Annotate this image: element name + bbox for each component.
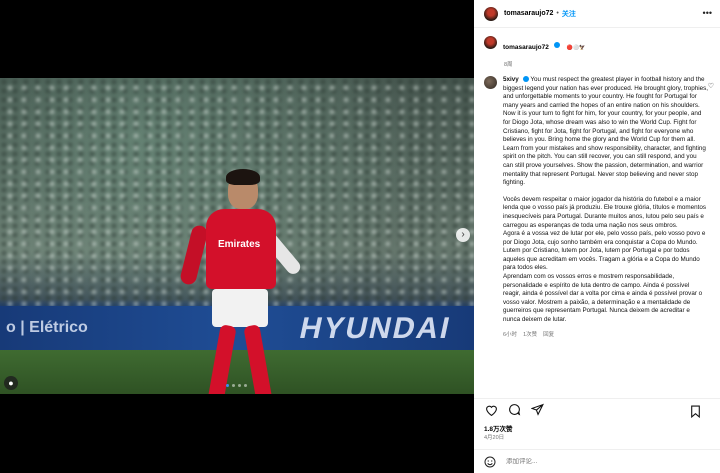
carousel-dots [226, 384, 247, 387]
comment-time: 6小时 [503, 331, 518, 338]
player-figure: Emirates [172, 169, 322, 394]
post-actions [474, 398, 720, 420]
comment-heart-icon[interactable]: ♡ [708, 82, 714, 90]
header-separator: • [556, 10, 559, 17]
more-horizontal-icon[interactable]: ••• [703, 8, 712, 18]
author-username[interactable]: tomasaraujo72 [504, 10, 553, 17]
comment-input[interactable] [506, 458, 676, 465]
caption-username[interactable]: tomasaraujo72 [503, 44, 549, 51]
comment-likes[interactable]: 1次赞 [523, 330, 537, 338]
add-comment-bar [474, 449, 720, 473]
reply-button[interactable]: 回复 [543, 330, 554, 338]
comment-text-pt: Vocês devem respeitar o maior jogador da… [503, 195, 707, 324]
carousel-dot [226, 384, 229, 387]
caption-emojis: 🔴⚪🦅 [566, 45, 586, 51]
player-right-leg [243, 324, 273, 394]
player-left-arm [178, 223, 210, 287]
player-shorts [212, 289, 268, 327]
caption-time: 8周 [504, 62, 513, 68]
board-text-left: o | Elétrico [6, 319, 88, 336]
carousel-dot [244, 384, 247, 387]
tagged-user-icon[interactable]: ● [4, 376, 18, 390]
author-avatar[interactable] [484, 6, 498, 21]
carousel-dot [238, 384, 241, 387]
player-hair [226, 169, 260, 185]
caption-avatar[interactable] [484, 36, 497, 49]
likes-count[interactable]: 1.8万次赞 [484, 423, 513, 433]
verified-badge-icon [522, 76, 529, 83]
comment-text-en: You must respect the greatest player in … [503, 76, 709, 187]
follow-button[interactable]: 关注 [562, 9, 576, 19]
commenter-avatar[interactable] [484, 76, 497, 89]
commenter-username[interactable]: 5xivy [503, 76, 519, 83]
smile-icon[interactable] [484, 456, 496, 468]
share-icon[interactable] [530, 403, 544, 417]
comment-icon[interactable] [507, 403, 521, 417]
comment-text: 5xivy You must respect the greatest play… [503, 76, 708, 188]
heart-icon[interactable] [484, 403, 498, 417]
carousel-next-button[interactable]: › [456, 228, 470, 242]
comment-item: 5xivy You must respect the greatest play… [474, 68, 720, 338]
post-header: tomasaraujo72 • 关注 ••• [474, 0, 720, 28]
post-photo[interactable]: o | Elétrico HYUNDAI Emirates [0, 78, 474, 394]
carousel-dot [232, 384, 235, 387]
chevron-right-icon: › [461, 229, 465, 240]
shirt-sponsor: Emirates [218, 239, 261, 250]
media-area: o | Elétrico HYUNDAI Emirates › ● [0, 0, 474, 473]
bookmark-icon[interactable] [688, 404, 702, 418]
post-side-panel: tomasaraujo72 • 关注 ••• tomasaraujo72 🔴⚪🦅… [474, 0, 720, 473]
caption-row: tomasaraujo72 🔴⚪🦅 [474, 29, 720, 58]
comment-meta: 6小时 1次赞 回复 [503, 330, 708, 338]
post-date: 4月20日 [484, 435, 505, 441]
verified-badge-icon [554, 41, 561, 48]
comments-section[interactable]: tomasaraujo72 🔴⚪🦅 8周 5xivy You must resp… [474, 29, 720, 388]
